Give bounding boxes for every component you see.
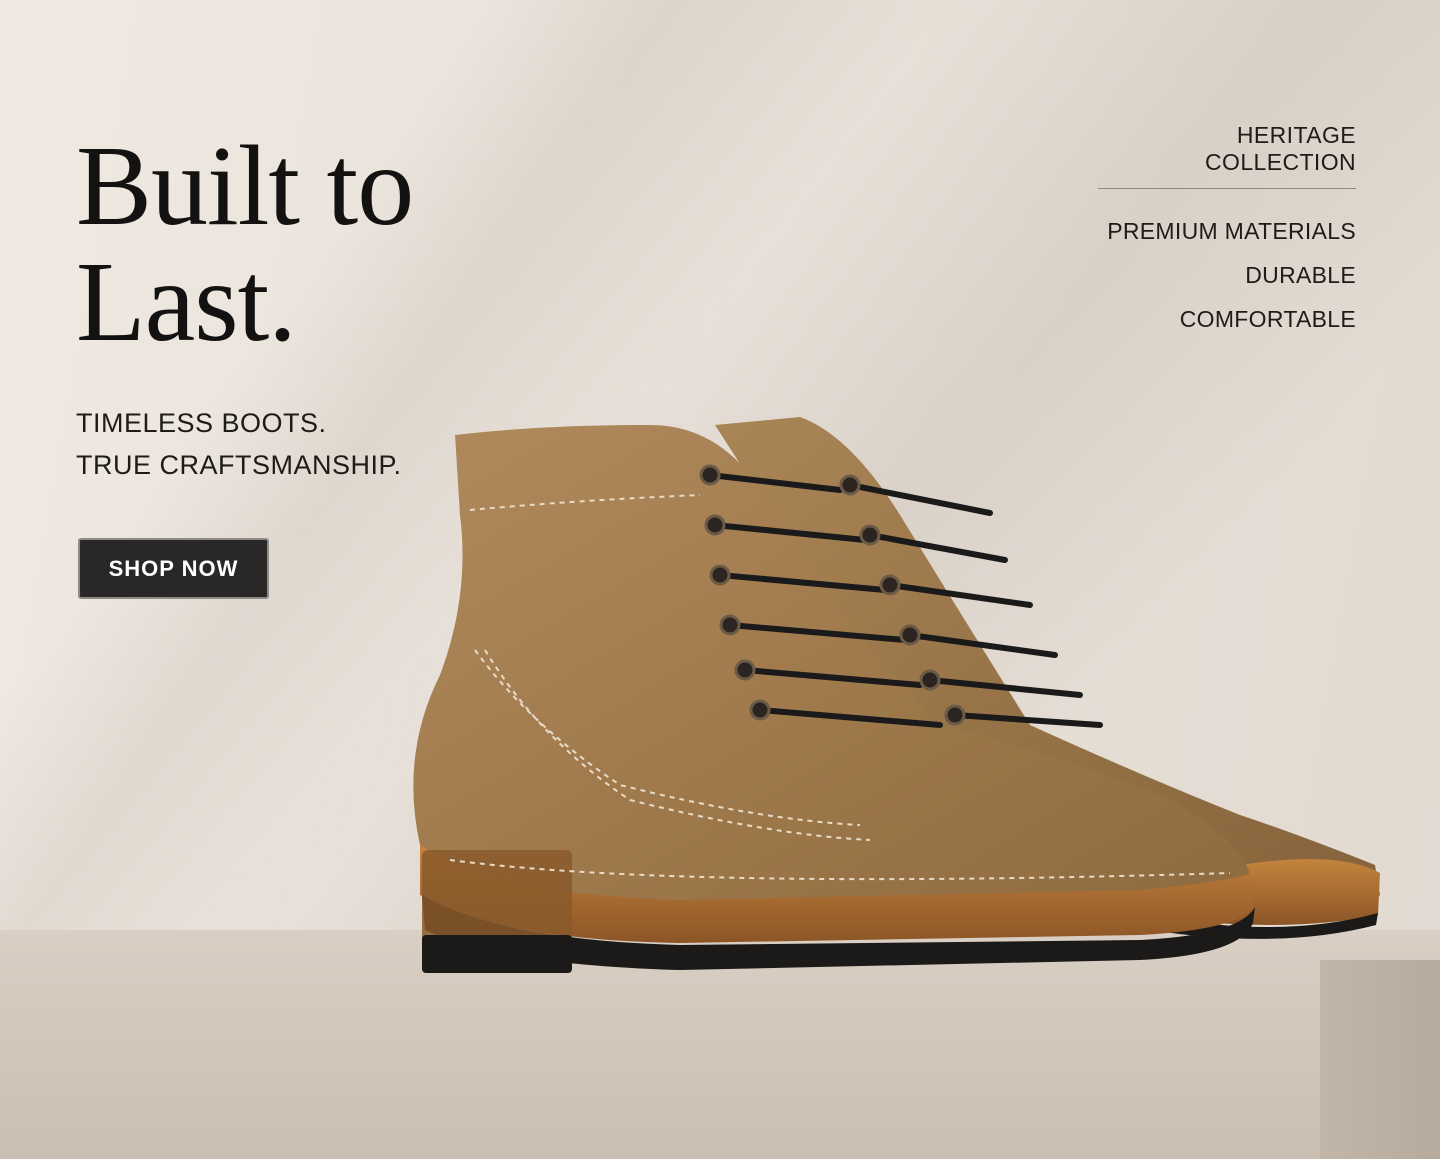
tagline-line-1: TIMELESS BOOTS. bbox=[76, 408, 327, 438]
headline-line-2: Last. bbox=[76, 238, 297, 365]
collection-divider bbox=[1098, 188, 1356, 189]
feature-durable: DURABLE bbox=[1245, 262, 1356, 288]
hero-headline: Built to Last. bbox=[76, 122, 414, 365]
feature-comfortable: COMFORTABLE bbox=[1179, 306, 1356, 332]
tagline-line-2: TRUE CRAFTSMANSHIP. bbox=[76, 450, 402, 480]
collection-panel: HERITAGE COLLECTION PREMIUM MATERIALS DU… bbox=[1094, 122, 1356, 341]
feature-premium-materials: PREMIUM MATERIALS bbox=[1107, 218, 1356, 244]
hero-tagline: TIMELESS BOOTS. TRUE CRAFTSMANSHIP. bbox=[76, 402, 402, 486]
shop-now-button[interactable]: SHOP NOW bbox=[78, 538, 269, 599]
boots-product-image bbox=[413, 417, 1380, 973]
headline-line-1: Built to bbox=[76, 122, 414, 249]
collection-title: HERITAGE COLLECTION bbox=[1205, 122, 1356, 175]
